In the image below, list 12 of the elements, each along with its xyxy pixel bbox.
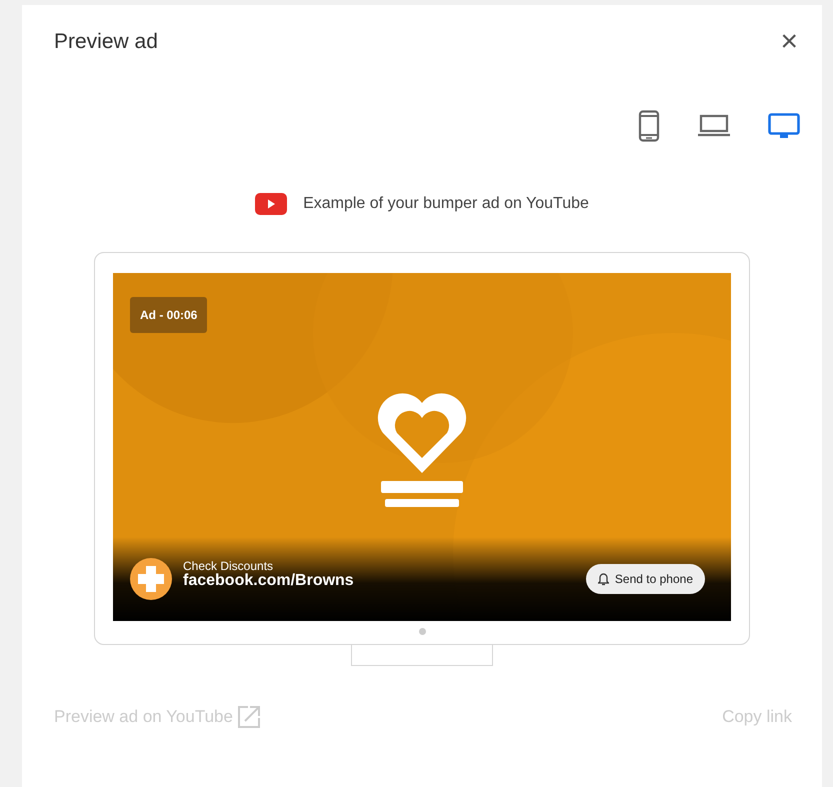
bell-icon — [598, 572, 609, 586]
ad-timer: Ad - 00:06 — [130, 297, 208, 333]
page-dot — [418, 628, 426, 635]
external-link-icon — [236, 704, 261, 729]
dialog-title: Preview ad — [54, 29, 158, 55]
plus-icon — [129, 557, 173, 601]
ad-url: facebook.com/Browns — [183, 571, 354, 591]
caption-text: Example of your bumper ad on YouTube — [303, 194, 589, 214]
ad-headline: Check Discounts — [183, 558, 274, 573]
play-icon — [255, 193, 288, 215]
close-button[interactable]: × — [776, 27, 802, 57]
send-to-phone-button[interactable]: Send to phone — [586, 564, 705, 594]
